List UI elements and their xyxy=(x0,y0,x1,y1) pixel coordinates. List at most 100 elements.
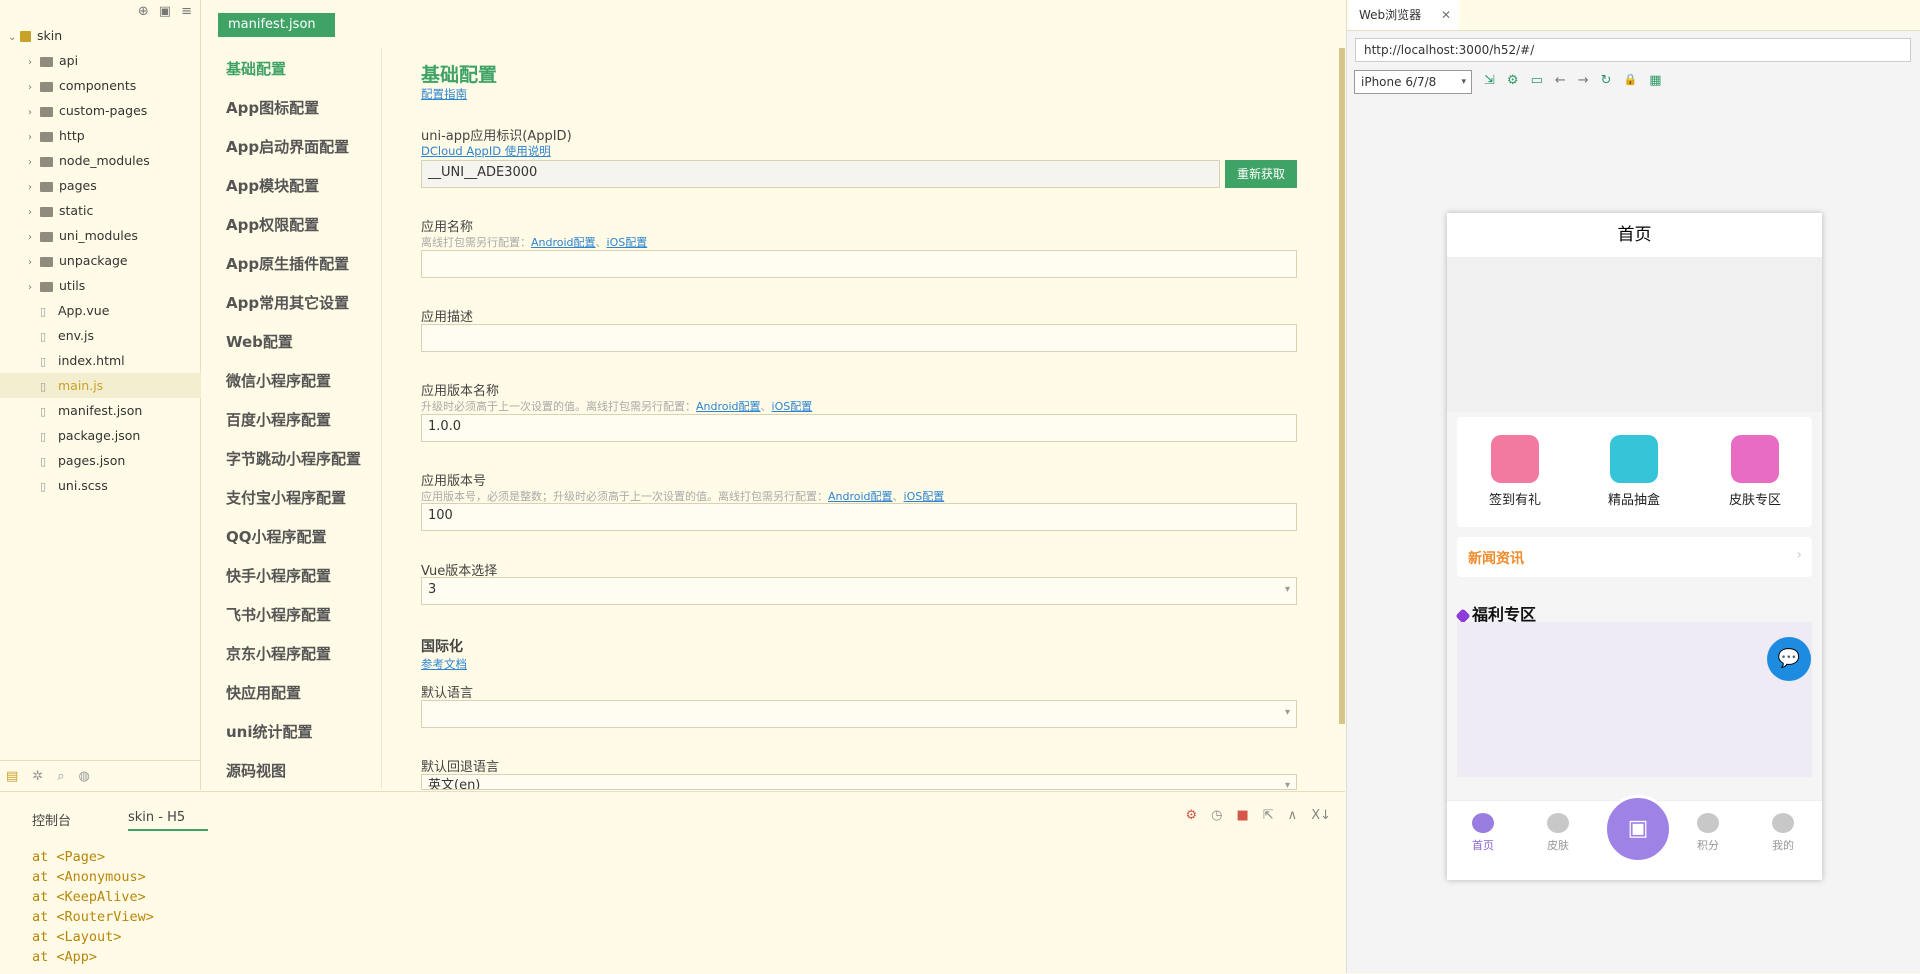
qrcode-icon[interactable]: ▦ xyxy=(1649,73,1661,88)
files-icon[interactable]: ▤ xyxy=(6,769,18,784)
appid-input[interactable]: __UNI__ADE3000 xyxy=(421,160,1220,188)
clear-icon[interactable]: X↓ xyxy=(1311,808,1331,823)
reload-icon[interactable]: ↻ xyxy=(1601,73,1612,88)
app-desc-input[interactable] xyxy=(421,324,1297,352)
vue-version-select[interactable]: 3 xyxy=(421,577,1297,605)
editor-scrollbar[interactable] xyxy=(1339,48,1345,724)
settings-nav-item[interactable]: 源码视图 xyxy=(226,760,286,781)
tab-points[interactable]: 积分 xyxy=(1678,813,1738,853)
welfare-card[interactable] xyxy=(1457,622,1812,777)
tree-file[interactable]: ▯ main.js xyxy=(0,373,228,398)
settings-nav-item[interactable]: 支付宝小程序配置 xyxy=(226,487,346,508)
tree-root[interactable]: ⌄ skin xyxy=(0,23,208,48)
tree-folder[interactable]: › static xyxy=(0,198,228,223)
settings-nav-item[interactable]: App图标配置 xyxy=(226,97,319,118)
settings-nav-item[interactable]: App原生插件配置 xyxy=(226,253,349,274)
tab-manifest-json[interactable]: manifest.json xyxy=(218,13,335,37)
grid-item-blindbox[interactable]: 精品抽盒 xyxy=(1584,417,1684,508)
settings-nav-item[interactable]: App模块配置 xyxy=(226,175,319,196)
news-row[interactable]: 新闻资讯 › xyxy=(1457,537,1812,577)
tree-folder[interactable]: › node_modules xyxy=(0,148,228,173)
settings-nav-item[interactable]: uni统计配置 xyxy=(226,721,313,742)
settings-nav-item[interactable]: 微信小程序配置 xyxy=(226,370,331,391)
settings-nav-item[interactable]: 字节跳动小程序配置 xyxy=(226,448,361,469)
settings-nav-item[interactable]: 飞书小程序配置 xyxy=(226,604,331,625)
tab-skins[interactable]: 皮肤 xyxy=(1528,813,1588,853)
chat-icon[interactable]: 💬 xyxy=(1767,637,1811,681)
devtools-icon[interactable]: ▭ xyxy=(1531,73,1543,88)
tree-folder[interactable]: › components xyxy=(0,73,228,98)
debug-icon[interactable]: ✲ xyxy=(32,769,43,784)
fallback-lang-select[interactable]: 英文(en) xyxy=(421,774,1297,790)
ios-config-link[interactable]: iOS配置 xyxy=(772,400,813,413)
tree-folder[interactable]: › unpackage xyxy=(0,248,228,273)
ios-config-link[interactable]: iOS配置 xyxy=(607,236,648,249)
grid-item-checkin[interactable]: 签到有礼 xyxy=(1465,417,1565,508)
android-config-link[interactable]: Android配置 xyxy=(696,400,761,413)
settings-nav-item[interactable]: QQ小程序配置 xyxy=(226,526,327,547)
settings-icon[interactable]: ⚙ xyxy=(1507,73,1519,88)
tree-folder[interactable]: › api xyxy=(0,48,228,73)
tree-folder[interactable]: › http xyxy=(0,123,228,148)
version-name-input[interactable]: 1.0.0 xyxy=(421,414,1297,442)
forward-icon[interactable]: → xyxy=(1578,73,1589,88)
settings-nav-item[interactable]: Web配置 xyxy=(226,331,293,352)
appid-help-link[interactable]: DCloud AppID 使用说明 xyxy=(421,143,551,159)
device-select[interactable]: iPhone 6/7/8 xyxy=(1354,70,1472,94)
settings-nav-item[interactable]: 京东小程序配置 xyxy=(226,643,331,664)
tree-folder[interactable]: › pages xyxy=(0,173,228,198)
tree-file[interactable]: ▯ index.html xyxy=(0,348,228,373)
version-code-input[interactable]: 100 xyxy=(421,503,1297,531)
tab-console[interactable]: 控制台 xyxy=(32,810,71,829)
settings-nav-item[interactable]: App权限配置 xyxy=(226,214,319,235)
ios-config-link[interactable]: iOS配置 xyxy=(904,490,945,503)
locate-icon[interactable]: ⊕ xyxy=(138,4,149,19)
tree-file[interactable]: ▯ App.vue xyxy=(0,298,228,323)
screenshot-icon[interactable]: ⇲ xyxy=(1484,73,1495,88)
android-config-link[interactable]: Android配置 xyxy=(828,490,893,503)
timer-icon[interactable]: ◷ xyxy=(1211,808,1222,823)
search-icon[interactable]: ⌕ xyxy=(57,769,64,784)
app-name-input[interactable] xyxy=(421,250,1297,278)
menu-icon[interactable]: ≡ xyxy=(181,4,192,19)
shopping-cart-icon xyxy=(1731,435,1779,483)
tab-home[interactable]: 首页 xyxy=(1453,813,1513,853)
tab-mine[interactable]: 我的 xyxy=(1753,813,1813,853)
i18n-doc-link[interactable]: 参考文档 xyxy=(421,656,467,672)
url-input[interactable]: http://localhost:3000/h52/#/ xyxy=(1355,38,1911,62)
settings-nav-item[interactable]: 百度小程序配置 xyxy=(226,409,331,430)
center-shop-button[interactable]: ▣ xyxy=(1604,795,1672,863)
android-config-link[interactable]: Android配置 xyxy=(531,236,596,249)
tab-web-browser[interactable]: Web浏览器 ✕ xyxy=(1349,0,1459,30)
maximize-icon[interactable]: ∧ xyxy=(1288,808,1298,823)
tree-folder[interactable]: › custom-pages xyxy=(0,98,228,123)
bug-icon[interactable]: ⚙ xyxy=(1185,808,1197,823)
tree-folder[interactable]: › uni_modules xyxy=(0,223,228,248)
plugin-icon[interactable]: ◍ xyxy=(78,769,89,784)
browser-toolbar: ⇲ ⚙ ▭ ← → ↻ 🔒 ▦ xyxy=(1484,73,1662,88)
tree-file[interactable]: ▯ env.js xyxy=(0,323,228,348)
tree-file[interactable]: ▯ pages.json xyxy=(0,448,228,473)
guide-link[interactable]: 配置指南 xyxy=(421,86,467,102)
default-lang-select[interactable] xyxy=(421,700,1297,728)
close-icon[interactable]: ✕ xyxy=(1441,0,1451,30)
tree-file[interactable]: ▯ package.json xyxy=(0,423,228,448)
lock-icon[interactable]: 🔒 xyxy=(1624,73,1638,88)
settings-nav-item[interactable]: 快手小程序配置 xyxy=(226,565,331,586)
settings-nav-item[interactable]: 快应用配置 xyxy=(226,682,301,703)
banner[interactable] xyxy=(1447,257,1822,412)
settings-nav-item[interactable]: App启动界面配置 xyxy=(226,136,349,157)
collapse-icon[interactable]: ▣ xyxy=(159,4,171,19)
stop-icon[interactable]: ■ xyxy=(1236,808,1248,823)
tab-skin-h5[interactable]: skin - H5 xyxy=(128,810,208,831)
export-icon[interactable]: ⇱ xyxy=(1263,808,1274,823)
back-icon[interactable]: ← xyxy=(1555,73,1566,88)
settings-nav-item[interactable]: 基础配置 xyxy=(226,58,286,79)
tree-file[interactable]: ▯ manifest.json xyxy=(0,398,228,423)
tree-file[interactable]: ▯ uni.scss xyxy=(0,473,228,498)
file-icon: ▯ xyxy=(40,305,47,318)
refresh-appid-button[interactable]: 重新获取 xyxy=(1225,160,1297,188)
grid-item-skins[interactable]: 皮肤专区 xyxy=(1705,417,1805,508)
settings-nav-item[interactable]: App常用其它设置 xyxy=(226,292,349,313)
tree-folder[interactable]: › utils xyxy=(0,273,228,298)
